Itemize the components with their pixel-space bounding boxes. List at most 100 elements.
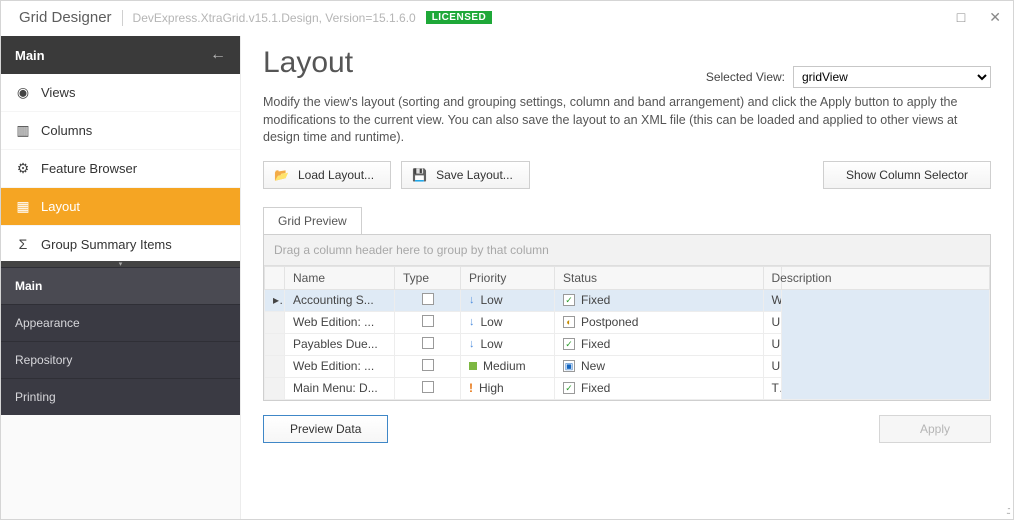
maximize-icon[interactable]: □ (957, 9, 965, 26)
vertical-scrollbar[interactable] (781, 289, 990, 399)
cell-name[interactable]: Accounting S... (285, 289, 395, 311)
main-content: Layout Selected View: gridView Modify th… (241, 36, 1013, 519)
group-appearance[interactable]: Appearance (1, 304, 240, 341)
folder-open-icon: 📂 (274, 168, 288, 182)
cell-name[interactable]: Payables Due... (285, 333, 395, 355)
priority-high-icon: ! (469, 381, 473, 395)
page-description: Modify the view's layout (sorting and gr… (263, 94, 991, 147)
cell-priority[interactable]: ↓Low (461, 333, 555, 355)
preview-data-button[interactable]: Preview Data (263, 415, 388, 443)
sidebar-item-group-summary[interactable]: Σ Group Summary Items (1, 226, 240, 267)
cell-type[interactable] (395, 333, 461, 355)
cell-priority[interactable]: Medium (461, 355, 555, 377)
cell-type[interactable] (395, 289, 461, 311)
cell-priority[interactable]: !High (461, 377, 555, 399)
sidebar-item-columns[interactable]: ▥ Columns (1, 112, 240, 150)
column-headers: Name Type Priority Status Description (265, 266, 990, 289)
priority-low-icon: ↓ (469, 316, 475, 328)
group-printing[interactable]: Printing (1, 378, 240, 415)
data-grid: Name Type Priority Status Description ▸ … (264, 266, 990, 400)
col-name[interactable]: Name (285, 266, 395, 289)
layout-icon: ▦ (15, 198, 31, 215)
group-repository[interactable]: Repository (1, 341, 240, 378)
cell-name[interactable]: Web Edition: ... (285, 311, 395, 333)
sidebar-item-feature-browser[interactable]: ⚙ Feature Browser (1, 150, 240, 188)
apply-button: Apply (879, 415, 991, 443)
close-icon[interactable]: ✕ (989, 9, 1001, 26)
back-arrow-icon[interactable]: ← (210, 46, 226, 64)
toolbar: 📂 Load Layout... 💾 Save Layout... Show C… (263, 161, 991, 189)
cell-status[interactable]: ◐Postponed (555, 311, 764, 333)
button-label: Load Layout... (298, 168, 374, 182)
eye-icon: ◉ (15, 84, 31, 101)
checkbox-icon[interactable] (422, 315, 434, 327)
footer: Preview Data Apply (263, 401, 991, 443)
selected-view-dropdown[interactable]: gridView (793, 66, 991, 88)
sidebar-item-layout[interactable]: ▦ Layout (1, 188, 240, 226)
group-by-bar[interactable]: Drag a column header here to group by th… (264, 235, 990, 266)
cell-priority[interactable]: ↓Low (461, 311, 555, 333)
sidebar-header: Main ← (1, 36, 240, 74)
expand-handle[interactable] (1, 261, 240, 267)
cell-description[interactable]: Unable to calculate payables due. (763, 333, 781, 355)
cell-status[interactable]: ▣New (555, 355, 764, 377)
app-title: Grid Designer (19, 9, 112, 26)
cell-name[interactable]: Main Menu: D... (285, 377, 395, 399)
sidebar-item-views[interactable]: ◉ Views (1, 74, 240, 112)
cell-description[interactable]: When entering a new transaction into the… (763, 289, 781, 311)
tab-grid-preview[interactable]: Grid Preview (263, 207, 362, 234)
col-description[interactable]: Description (763, 266, 781, 289)
cell-type[interactable] (395, 377, 461, 399)
cell-description[interactable]: Unable to search for transactions via th… (763, 355, 781, 377)
group-main[interactable]: Main (1, 267, 240, 304)
columns-icon: ▥ (15, 122, 31, 139)
separator (122, 10, 123, 26)
button-label: Save Layout... (436, 168, 513, 182)
show-column-selector-button[interactable]: Show Column Selector (823, 161, 991, 189)
titlebar: Grid Designer DevExpress.XtraGrid.v15.1.… (1, 1, 1013, 36)
sigma-icon: Σ (15, 236, 31, 252)
priority-medium-icon (469, 362, 477, 370)
gear-icon: ⚙ (15, 160, 31, 177)
sidebar-groups: Main Appearance Repository Printing (1, 267, 240, 415)
table-row[interactable]: ▸ Accounting S... ↓Low ✓Fixed When enter… (265, 289, 990, 311)
sidebar-title: Main (15, 48, 45, 63)
grid-preview: Drag a column header here to group by th… (263, 234, 991, 401)
sidebar-item-label: Group Summary Items (41, 237, 172, 252)
sidebar-items: ◉ Views ▥ Columns ⚙ Feature Browser ▦ La… (1, 74, 240, 267)
checkbox-icon[interactable] (422, 359, 434, 371)
checkbox-icon[interactable] (422, 337, 434, 349)
priority-low-icon: ↓ (469, 338, 475, 350)
sidebar-item-label: Columns (41, 123, 92, 138)
cell-name[interactable]: Web Edition: ... (285, 355, 395, 377)
cell-status[interactable]: ✓Fixed (555, 377, 764, 399)
status-fixed-icon: ✓ (563, 338, 575, 350)
status-fixed-icon: ✓ (563, 382, 575, 394)
cell-type[interactable] (395, 311, 461, 333)
indicator-header (265, 266, 285, 289)
cell-status[interactable]: ✓Fixed (555, 333, 764, 355)
sidebar: Main ← ◉ Views ▥ Columns ⚙ Feature Brows… (1, 36, 241, 519)
resize-grip-icon[interactable]: .:: (1006, 505, 1009, 517)
cell-status[interactable]: ✓Fixed (555, 289, 764, 311)
status-fixed-icon: ✓ (563, 294, 575, 306)
col-status[interactable]: Status (555, 266, 764, 289)
button-label: Show Column Selector (846, 168, 968, 182)
cell-priority[interactable]: ↓Low (461, 289, 555, 311)
checkbox-icon[interactable] (422, 381, 434, 393)
checkbox-icon[interactable] (422, 293, 434, 305)
save-layout-button[interactable]: 💾 Save Layout... (401, 161, 530, 189)
status-new-icon: ▣ (563, 360, 575, 372)
tabs: Grid Preview (263, 207, 991, 234)
selected-view-label: Selected View: (706, 70, 785, 84)
cell-description[interactable]: There are duplicate items in the main me… (763, 377, 781, 399)
col-type[interactable]: Type (395, 266, 461, 289)
col-priority[interactable]: Priority (461, 266, 555, 289)
cell-description[interactable]: Unable to enter data into the web editio… (763, 311, 781, 333)
sidebar-item-label: Views (41, 85, 75, 100)
sidebar-item-label: Layout (41, 199, 80, 214)
license-badge: LICENSED (426, 11, 493, 24)
cell-type[interactable] (395, 355, 461, 377)
load-layout-button[interactable]: 📂 Load Layout... (263, 161, 391, 189)
sidebar-item-label: Feature Browser (41, 161, 137, 176)
